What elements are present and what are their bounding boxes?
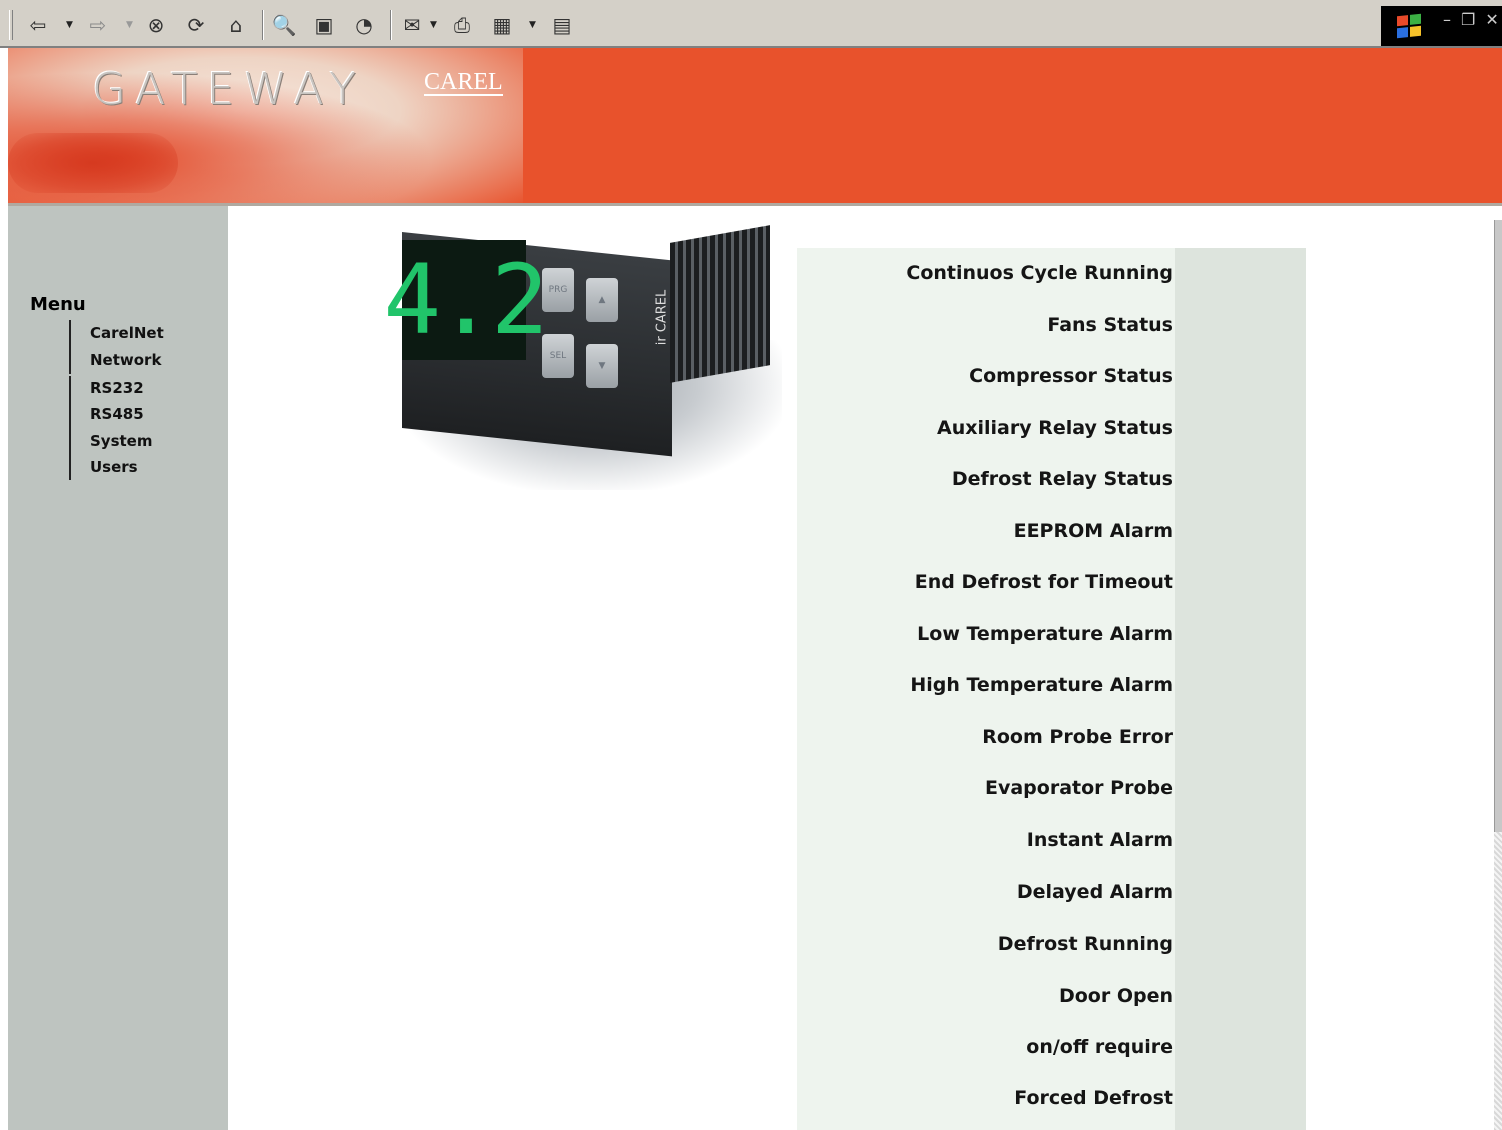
- discuss-icon[interactable]: ▤: [548, 12, 576, 38]
- status-value-column: [1175, 248, 1306, 1130]
- close-icon[interactable]: ✕: [1485, 10, 1498, 29]
- status-label: Compressor Status: [969, 365, 1173, 387]
- menu-item-network[interactable]: Network: [90, 351, 161, 369]
- status-label: EEPROM Alarm: [1013, 520, 1173, 542]
- banner-title: GATEWAY: [92, 64, 366, 115]
- status-label: Auxiliary Relay Status: [937, 417, 1173, 439]
- status-panel: Continuos Cycle Running Fans Status Comp…: [797, 248, 1306, 1130]
- mail-icon[interactable]: ✉: [398, 12, 426, 38]
- menu-title: Menu: [30, 294, 86, 315]
- search-icon[interactable]: 🔍: [270, 12, 298, 38]
- scrollbar-thumb[interactable]: [1494, 220, 1502, 832]
- status-label: Continuos Cycle Running: [906, 262, 1173, 284]
- window-controls: – ❐ ✕: [1437, 6, 1502, 46]
- windows-logo-icon: [1381, 6, 1437, 46]
- status-label: Defrost Relay Status: [951, 468, 1173, 490]
- device-display: 4.2: [383, 240, 549, 360]
- status-label: Defrost Running: [997, 933, 1173, 955]
- status-label: Room Probe Error: [982, 726, 1173, 748]
- status-label: Forced Defrost: [1014, 1087, 1173, 1109]
- status-label: Evaporator Probe: [985, 777, 1173, 799]
- browser-toolbar: ⇦ ▼ ⇨ ▼ ⊗ ⟳ ⌂ 🔍 ▣ ◔ ✉ ▼ ⎙ ▦ ▼ ▤ – ❐ ✕: [0, 0, 1502, 48]
- status-label: Fans Status: [1047, 314, 1173, 336]
- brand-logo: CAREL: [424, 69, 503, 96]
- device-up-button: ▲: [586, 278, 618, 322]
- status-label: Delayed Alarm: [1016, 881, 1173, 903]
- device-down-button: ▼: [586, 344, 618, 388]
- print-icon[interactable]: ⎙: [448, 12, 476, 38]
- refresh-icon[interactable]: ⟳: [182, 12, 210, 38]
- display-value: 4.2: [383, 244, 548, 356]
- vertical-scrollbar[interactable]: [1490, 206, 1502, 1130]
- banner-hand-graphic: [8, 133, 178, 193]
- stop-icon[interactable]: ⊗: [142, 12, 170, 38]
- status-label: Instant Alarm: [1026, 829, 1173, 851]
- menu-item-carelnet[interactable]: CarelNet: [90, 324, 164, 342]
- menu-item-system[interactable]: System: [90, 432, 152, 450]
- device-heatsink: [670, 225, 770, 383]
- sidebar: Menu CarelNet Network RS232 RS485 System…: [8, 206, 228, 1130]
- status-label: on/off require: [1026, 1036, 1173, 1058]
- edit-dropdown-icon[interactable]: ▼: [529, 20, 536, 30]
- back-icon[interactable]: ⇦: [24, 12, 52, 38]
- menu-divider: [69, 320, 71, 374]
- toolbar-separator: [390, 10, 391, 40]
- device-prg-button: PRG: [542, 268, 574, 312]
- history-icon[interactable]: ◔: [350, 12, 378, 38]
- scrollbar-track[interactable]: [1494, 832, 1502, 1130]
- status-label: Low Temperature Alarm: [917, 623, 1173, 645]
- minimize-icon[interactable]: –: [1443, 10, 1451, 29]
- favorites-icon[interactable]: ▣: [310, 12, 338, 38]
- menu-divider: [69, 376, 71, 480]
- status-label: High Temperature Alarm: [910, 674, 1173, 696]
- device-brand-label: ir CAREL: [654, 289, 670, 346]
- toolbar-separator: [262, 10, 263, 40]
- device-sel-button: SEL: [542, 334, 574, 378]
- toolbar-grip: [9, 10, 13, 40]
- home-icon[interactable]: ⌂: [222, 12, 250, 38]
- status-label: End Defrost for Timeout: [914, 571, 1173, 593]
- controller-image: 4.2 PRG ▲ SEL ▼ ir CAREL: [383, 225, 782, 510]
- forward-dropdown-icon[interactable]: ▼: [126, 20, 133, 30]
- menu-item-users[interactable]: Users: [90, 458, 138, 476]
- edit-icon[interactable]: ▦: [488, 12, 516, 38]
- status-label: Door Open: [1058, 985, 1173, 1007]
- menu-item-rs232[interactable]: RS232: [90, 379, 144, 397]
- forward-icon[interactable]: ⇨: [84, 12, 112, 38]
- back-dropdown-icon[interactable]: ▼: [66, 20, 73, 30]
- header-banner: GATEWAY CAREL: [8, 48, 1502, 206]
- restore-icon[interactable]: ❐: [1461, 10, 1475, 29]
- menu-item-rs485[interactable]: RS485: [90, 405, 144, 423]
- mail-dropdown-icon[interactable]: ▼: [430, 20, 437, 30]
